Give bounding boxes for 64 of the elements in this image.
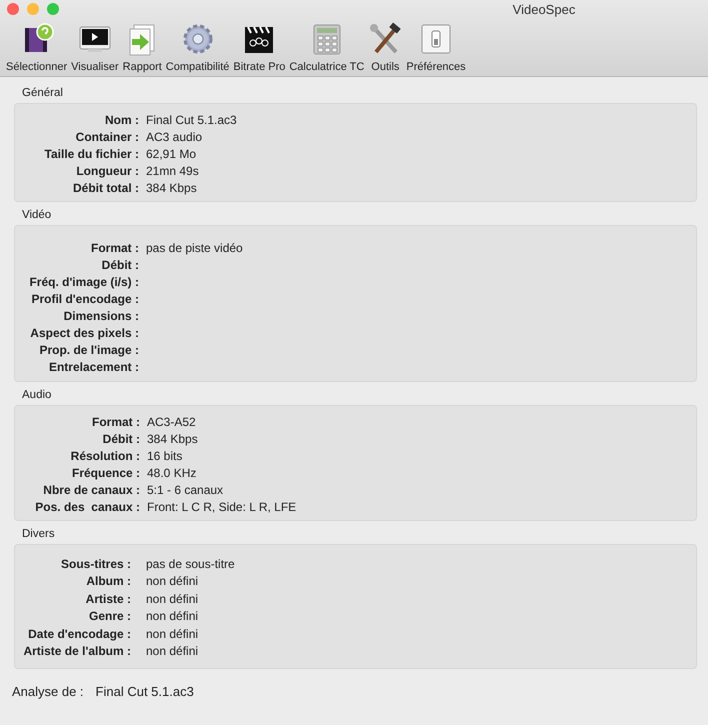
field-label: Profil d'encodage : <box>31 292 139 306</box>
field-value: 384 Kbps <box>147 432 198 446</box>
field-value: AC3 audio <box>146 130 202 144</box>
field-value: Front: L C R, Side: L R, LFE <box>147 500 296 514</box>
field-label: Pos. des canaux : <box>35 500 140 514</box>
field-value: non défini <box>146 644 198 658</box>
field-label: Container : <box>76 130 139 144</box>
field-label: Fréq. d'image (i/s) : <box>29 274 139 288</box>
field-value: 62,91 Mo <box>146 146 196 160</box>
field-label: Artiste de l'album : <box>23 644 131 658</box>
toolbar-button[interactable]: Sélectionner <box>4 22 70 73</box>
field-label: Longueur : <box>76 164 139 178</box>
field-label: Format : <box>92 414 140 428</box>
field-label: Fréquence : <box>72 466 140 480</box>
field-value: 48.0 KHz <box>147 466 196 480</box>
field-label: Aspect des pixels : <box>30 326 139 340</box>
footer-label: Analyse de : <box>12 684 84 700</box>
field-value: pas de piste vidéo <box>146 240 243 254</box>
field-label: Débit total : <box>73 180 139 194</box>
toolbar-button[interactable]: Outils <box>366 22 404 73</box>
window-title: VideoSpec <box>512 2 576 18</box>
field-value: Final Cut 5.1.ac3 <box>146 112 237 126</box>
field-label: Résolution : <box>70 448 140 462</box>
field-value: pas de sous-titre <box>146 556 235 571</box>
field-label: Débit : <box>102 432 140 446</box>
field-value: non défini <box>146 574 198 588</box>
field-label: Dimensions : <box>64 308 139 322</box>
field-value: AC3-A52 <box>147 414 196 428</box>
group-title: Vidéo <box>22 209 52 221</box>
file-name: Final Cut 5.1.ac3 <box>96 684 194 700</box>
field-label: Entrelacement : <box>48 360 139 374</box>
field-value: non défini <box>146 626 198 641</box>
switch-icon <box>419 22 454 56</box>
field-value: 384 Kbps <box>146 180 197 194</box>
field-label: Taille du fichier : <box>44 146 139 160</box>
close-button[interactable] <box>7 3 19 15</box>
toolbar-button[interactable]: Visualiser <box>69 22 121 73</box>
group-title: Divers <box>22 528 55 540</box>
group-title: Général <box>22 87 63 99</box>
tools-icon <box>368 22 402 56</box>
group-title: Audio <box>22 389 52 401</box>
field-label: Date d'encodage : <box>28 626 131 641</box>
field-label: Artiste : <box>86 592 131 606</box>
field-label: Prop. de l'image : <box>39 342 139 356</box>
toolbar-button[interactable]: Préférences <box>404 22 468 73</box>
gear-icon <box>180 22 215 56</box>
toolbar-button[interactable]: Compatibilité <box>164 22 232 73</box>
toolbar-button[interactable]: Rapport <box>120 22 164 73</box>
field-label: Nbre de canaux : <box>43 482 140 496</box>
field-label: Nom : <box>105 112 139 126</box>
toolbar-button[interactable]: Calculatrice TC <box>287 22 366 73</box>
field-label: Débit : <box>102 258 139 272</box>
field-label: Album : <box>86 574 131 588</box>
minimize-button[interactable] <box>27 3 39 15</box>
field-label: Sous-titres : <box>60 556 131 571</box>
field-label: Format : <box>91 240 139 254</box>
zoom-button[interactable] <box>47 3 59 15</box>
field-value: 21mn 49s <box>146 164 199 178</box>
field-value: non défini <box>146 592 198 606</box>
field-label: Genre : <box>88 609 131 624</box>
toolbar-button[interactable]: Bitrate Pro <box>231 22 288 73</box>
field-value: non défini <box>146 609 198 624</box>
field-value: 16 bits <box>147 448 182 462</box>
field-value: 5:1 - 6 canaux <box>147 482 224 496</box>
